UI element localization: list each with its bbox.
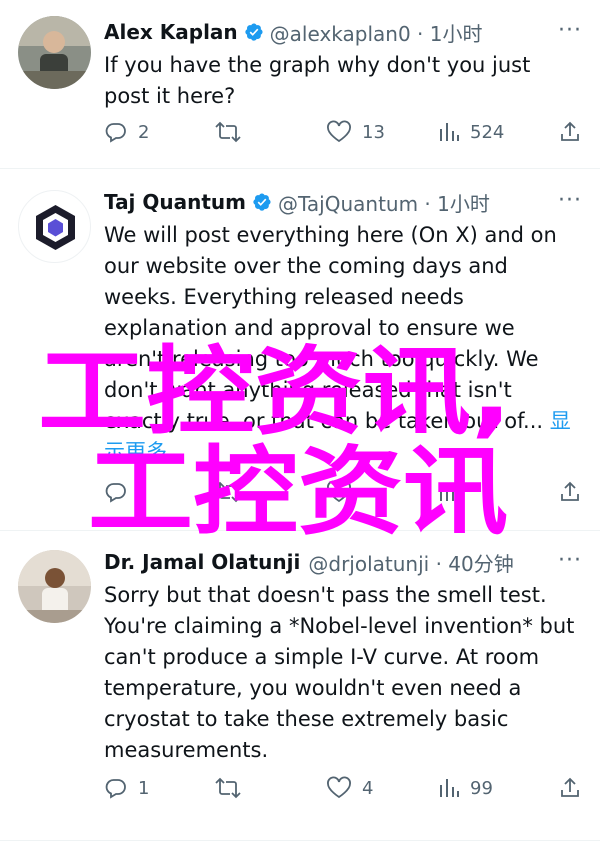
more-options-icon[interactable]: ··· bbox=[558, 18, 582, 43]
reply-button[interactable] bbox=[104, 480, 138, 504]
tweet-header: Dr. Jamal Olatunji @drjolatunji · 40分钟 bbox=[104, 546, 514, 578]
like-count: 4 bbox=[362, 777, 374, 799]
retweet-button[interactable] bbox=[214, 480, 252, 504]
author-handle-time[interactable]: @TajQuantum · 1小时 bbox=[278, 188, 490, 217]
tweet-text: If you have the graph why don't you just… bbox=[104, 53, 531, 108]
author-name[interactable]: Dr. Jamal Olatunji bbox=[104, 550, 300, 574]
tweet-actions: 1 4 99 bbox=[0, 776, 600, 808]
verified-badge-icon bbox=[244, 22, 264, 42]
reply-icon bbox=[105, 483, 126, 503]
retweet-icon bbox=[215, 481, 241, 503]
tweet-text: Sorry but that doesn't pass the smell te… bbox=[104, 583, 575, 762]
reply-count: 2 bbox=[138, 121, 150, 143]
more-options-icon[interactable]: ··· bbox=[558, 188, 582, 213]
avatar[interactable] bbox=[18, 190, 91, 263]
divider bbox=[0, 168, 600, 169]
views-button[interactable] bbox=[438, 480, 470, 504]
share-button[interactable] bbox=[558, 120, 582, 144]
divider bbox=[0, 530, 600, 531]
reply-icon bbox=[105, 779, 126, 799]
avatar[interactable] bbox=[18, 550, 91, 623]
avatar-photo-icon bbox=[18, 16, 91, 89]
views-chart-icon bbox=[440, 123, 459, 141]
share-icon bbox=[561, 777, 579, 797]
more-options-icon[interactable]: ··· bbox=[558, 548, 582, 573]
author-handle-time[interactable]: @alexkaplan0 · 1小时 bbox=[270, 18, 483, 47]
reply-icon bbox=[105, 123, 126, 143]
tweet-text: We will post everything here (On X) and … bbox=[104, 220, 582, 468]
reply-count: 1 bbox=[138, 777, 150, 799]
tweet-text-content: We will post everything here (On X) and … bbox=[104, 223, 557, 433]
share-icon bbox=[561, 481, 579, 501]
share-button[interactable] bbox=[558, 776, 582, 800]
views-chart-icon bbox=[440, 779, 459, 797]
retweet-icon bbox=[215, 121, 241, 143]
retweet-button[interactable] bbox=[214, 120, 252, 144]
views-count: 524 bbox=[470, 121, 505, 143]
divider bbox=[0, 840, 600, 841]
retweet-icon bbox=[215, 777, 241, 799]
tweet-header: Taj Quantum @TajQuantum · 1小时 bbox=[104, 186, 490, 218]
views-chart-icon bbox=[440, 483, 459, 501]
heart-icon bbox=[327, 480, 351, 503]
heart-icon bbox=[327, 776, 351, 799]
retweet-button[interactable] bbox=[214, 776, 252, 800]
share-button[interactable] bbox=[558, 480, 582, 504]
tweet-actions: 2 13 524 bbox=[0, 120, 600, 152]
like-button[interactable] bbox=[326, 480, 362, 504]
author-handle-time[interactable]: @drjolatunji · 40分钟 bbox=[308, 548, 513, 577]
verified-badge-icon bbox=[252, 192, 272, 212]
views-button[interactable]: 99 bbox=[438, 776, 493, 800]
reply-button[interactable]: 2 bbox=[104, 120, 149, 144]
tweet-header: Alex Kaplan @alexkaplan0 · 1小时 bbox=[104, 16, 482, 48]
heart-icon bbox=[327, 120, 351, 143]
views-button[interactable]: 524 bbox=[438, 120, 504, 144]
views-count: 99 bbox=[470, 777, 493, 799]
share-icon bbox=[561, 121, 579, 141]
tweet-actions bbox=[0, 480, 600, 512]
author-name[interactable]: Taj Quantum bbox=[104, 190, 246, 214]
author-name[interactable]: Alex Kaplan bbox=[104, 20, 238, 44]
like-count: 13 bbox=[362, 121, 385, 143]
reply-button[interactable]: 1 bbox=[104, 776, 149, 800]
avatar-photo-icon bbox=[18, 550, 91, 623]
like-button[interactable]: 4 bbox=[326, 776, 373, 800]
avatar[interactable] bbox=[18, 16, 91, 89]
taj-quantum-logo-icon bbox=[36, 205, 75, 250]
like-button[interactable]: 13 bbox=[326, 120, 385, 144]
